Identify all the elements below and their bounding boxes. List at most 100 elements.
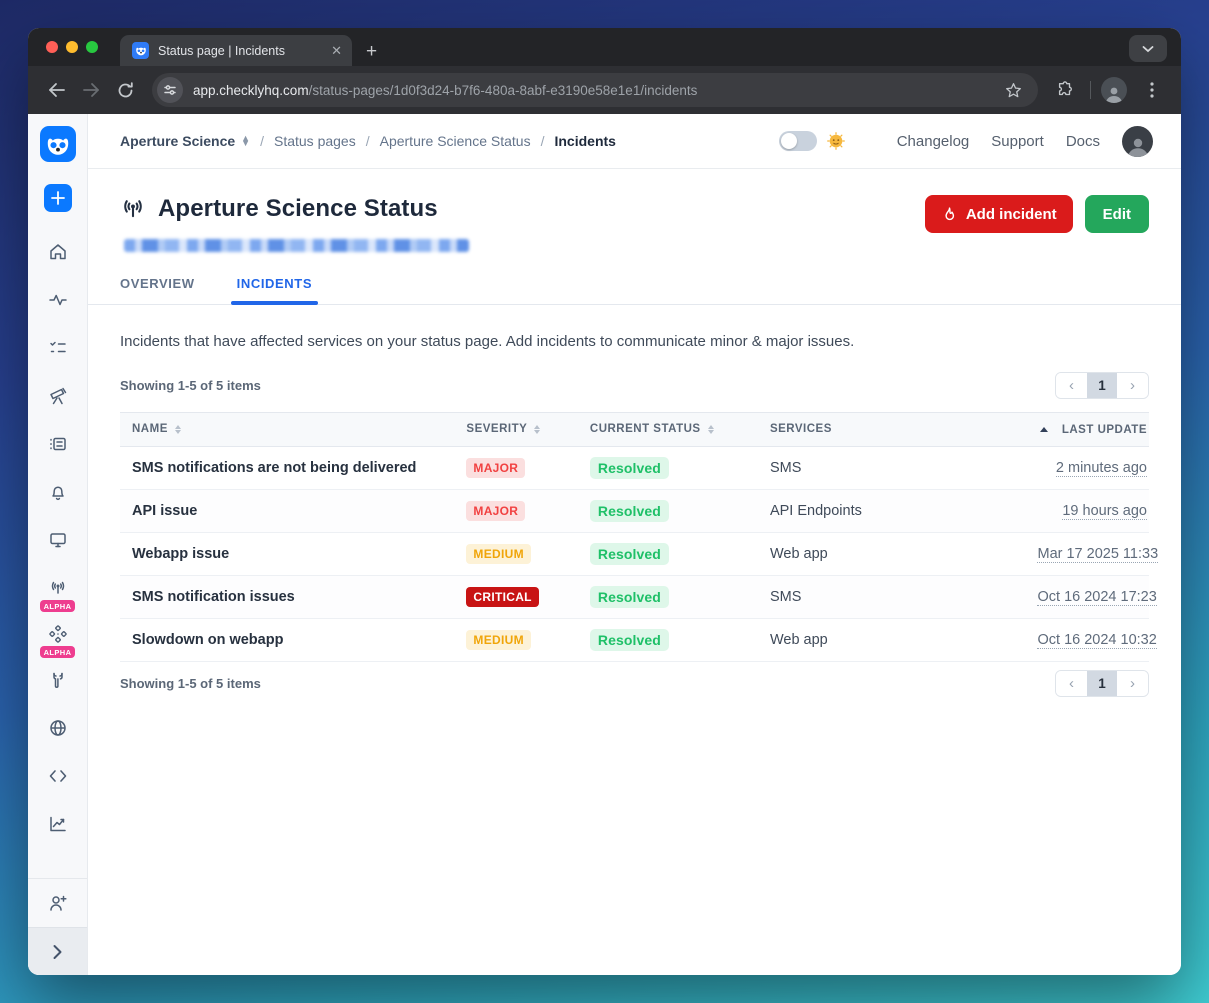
sidebar-item-activity[interactable] [48, 290, 68, 310]
edit-button[interactable]: Edit [1085, 195, 1149, 233]
incident-severity-cell: CRITICAL [454, 575, 577, 618]
page-head: Aperture Science Status Add incident E [88, 169, 1181, 252]
browser-tab[interactable]: Status page | Incidents ✕ [120, 35, 352, 66]
back-icon[interactable] [42, 75, 72, 105]
header-right: Changelog Support Docs [779, 126, 1153, 157]
sidebar-item-insights[interactable] [48, 814, 68, 834]
changelog-link[interactable]: Changelog [897, 133, 970, 150]
incident-name[interactable]: API issue [120, 489, 454, 532]
prev-page-icon[interactable]: ‹ [1056, 373, 1087, 398]
current-page[interactable]: 1 [1087, 373, 1117, 398]
address-bar[interactable]: app.checklyhq.com/status-pages/1d0f3d24-… [152, 73, 1038, 107]
incident-last-update-link[interactable]: Oct 16 2024 10:32 [1037, 632, 1156, 649]
alpha-badge: ALPHA [40, 646, 76, 658]
column-header-current-status[interactable]: CURRENT STATUS [578, 413, 758, 447]
sidebar-item-checks[interactable] [48, 338, 68, 358]
tab-incidents[interactable]: INCIDENTS [237, 276, 312, 304]
account-switcher[interactable]: Aperture Science ▲▼ [120, 133, 250, 149]
bookmark-star-icon[interactable] [998, 75, 1028, 105]
breadcrumb-current: Incidents [554, 133, 615, 149]
sidebar-nav: ALPHA ALPHA [40, 242, 76, 862]
severity-badge: MEDIUM [466, 544, 530, 564]
incidents-table: NAME SEVERITY CURRENT STATUS SERVICES LA… [120, 412, 1149, 662]
prev-page-icon[interactable]: ‹ [1056, 671, 1087, 696]
incident-row[interactable]: API issue MAJOR Resolved API Endpoints 1… [120, 489, 1149, 532]
site-settings-icon[interactable] [157, 77, 183, 103]
incident-row[interactable]: Webapp issue MEDIUM Resolved Web app Mar… [120, 532, 1149, 575]
incident-services: API Endpoints [758, 489, 1026, 532]
next-page-icon[interactable]: › [1117, 671, 1148, 696]
severity-badge: MAJOR [466, 501, 525, 521]
theme-toggle[interactable] [779, 131, 817, 151]
incident-status-cell: Resolved [578, 575, 758, 618]
chrome-separator [1090, 81, 1091, 99]
user-avatar[interactable] [1122, 126, 1153, 157]
create-new-button[interactable] [44, 184, 72, 212]
forward-icon[interactable] [76, 75, 106, 105]
browser-titlebar: Status page | Incidents ✕ + [28, 28, 1181, 66]
incident-row[interactable]: SMS notifications are not being delivere… [120, 446, 1149, 489]
sidebar-item-logs[interactable] [48, 434, 68, 454]
current-page[interactable]: 1 [1087, 671, 1117, 696]
page-content: Aperture Science Status Add incident E [88, 169, 1181, 975]
status-badge: Resolved [590, 586, 669, 608]
tab-search-chevron-button[interactable] [1129, 35, 1167, 62]
status-page-url-redacted[interactable] [124, 239, 469, 252]
close-window-button[interactable] [46, 41, 58, 53]
page-tabs: OVERVIEW INCIDENTS [88, 276, 1181, 305]
incident-name[interactable]: Slowdown on webapp [120, 618, 454, 661]
breadcrumb-status-pages[interactable]: Status pages [274, 133, 356, 149]
tab-overview[interactable]: OVERVIEW [120, 276, 195, 304]
support-link[interactable]: Support [991, 133, 1044, 150]
reload-icon[interactable] [110, 75, 140, 105]
sidebar-item-alerts[interactable] [48, 482, 68, 502]
new-tab-button[interactable]: + [366, 42, 377, 61]
incident-last-update-link[interactable]: Mar 17 2025 11:33 [1037, 546, 1158, 563]
incident-row[interactable]: Slowdown on webapp MEDIUM Resolved Web a… [120, 618, 1149, 661]
sidebar-item-status-pages[interactable]: ALPHA [40, 578, 76, 612]
sidebar-item-private-locations[interactable] [48, 718, 68, 738]
column-header-services[interactable]: SERVICES [758, 413, 1026, 447]
browser-profile-avatar[interactable] [1101, 77, 1127, 103]
sidebar-item-dashboards[interactable] [48, 530, 68, 550]
extensions-puzzle-icon[interactable] [1050, 75, 1080, 105]
column-header-last-update[interactable]: LAST UPDATE [1025, 413, 1149, 447]
incident-last-update-link[interactable]: 2 minutes ago [1056, 460, 1147, 477]
incident-name[interactable]: Webapp issue [120, 532, 454, 575]
breadcrumb-status-page-name[interactable]: Aperture Science Status [380, 133, 531, 149]
alpha-badge: ALPHA [40, 600, 76, 612]
sidebar-item-home[interactable] [48, 242, 68, 262]
sort-asc-icon [1040, 427, 1048, 432]
kebab-menu-icon[interactable] [1137, 75, 1167, 105]
sun-face-emoji [827, 132, 845, 150]
checkly-logo[interactable] [40, 126, 76, 162]
incident-name[interactable]: SMS notifications are not being delivere… [120, 446, 454, 489]
docs-link[interactable]: Docs [1066, 133, 1100, 150]
sidebar-item-cli[interactable] [48, 766, 68, 786]
incident-services: Web app [758, 618, 1026, 661]
sidebar-item-integrations[interactable]: ALPHA [40, 624, 76, 658]
sidebar-item-maintenance[interactable] [48, 670, 68, 690]
column-header-name[interactable]: NAME [120, 413, 454, 447]
chrome-actions [1050, 75, 1167, 105]
page-description: Incidents that have affected services on… [88, 305, 1181, 350]
add-incident-button[interactable]: Add incident [925, 195, 1073, 233]
expand-sidebar-icon[interactable] [52, 944, 63, 960]
sidebar-item-telescope[interactable] [48, 386, 68, 406]
invite-user-icon[interactable] [48, 893, 68, 913]
minimize-window-button[interactable] [66, 41, 78, 53]
incident-last-update-link[interactable]: Oct 16 2024 17:23 [1037, 589, 1156, 606]
incident-row[interactable]: SMS notification issues CRITICAL Resolve… [120, 575, 1149, 618]
zoom-window-button[interactable] [86, 41, 98, 53]
next-page-icon[interactable]: › [1117, 373, 1148, 398]
list-meta-top: Showing 1-5 of 5 items ‹ 1 › [88, 350, 1181, 399]
incident-services: SMS [758, 575, 1026, 618]
flame-icon [941, 206, 958, 223]
checkly-app: ALPHA ALPHA [28, 114, 1181, 975]
incident-last-update-link[interactable]: 19 hours ago [1062, 503, 1147, 520]
column-header-severity[interactable]: SEVERITY [454, 413, 577, 447]
incident-name[interactable]: SMS notification issues [120, 575, 454, 618]
tab-close-icon[interactable]: ✕ [331, 44, 342, 57]
browser-urlbar: app.checklyhq.com/status-pages/1d0f3d24-… [28, 66, 1181, 114]
url-host: app.checklyhq.com [193, 83, 309, 98]
